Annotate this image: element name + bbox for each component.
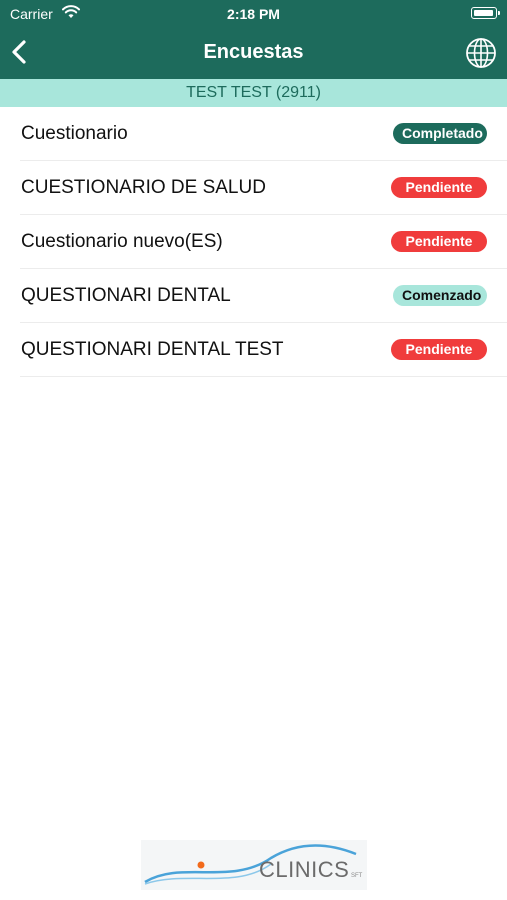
status-badge: Pendiente [391,177,487,198]
status-badge: Comenzado [393,285,487,306]
survey-list: Cuestionario Completado CUESTIONARIO DE … [0,107,507,377]
survey-title: Cuestionario [21,123,128,144]
survey-title: Cuestionario nuevo(ES) [21,231,223,252]
header-bar: Carrier 2:18 PM Encuestas [0,0,507,79]
survey-row[interactable]: QUESTIONARI DENTAL Comenzado [20,269,507,323]
survey-title: CUESTIONARIO DE SALUD [21,177,266,198]
status-badge: Pendiente [391,339,487,360]
logo-subtext: SFT [351,873,363,879]
status-time: 2:18 PM [227,6,280,22]
survey-title: QUESTIONARI DENTAL [21,285,231,306]
navigation-bar: Encuestas [0,28,507,79]
clinics-logo: CLINICS SFT [141,840,367,890]
survey-title: QUESTIONARI DENTAL TEST [21,339,284,360]
screen: Carrier 2:18 PM Encuestas TEST TEST (291… [0,0,507,900]
status-badge: Completado [393,123,487,144]
survey-row[interactable]: CUESTIONARIO DE SALUD Pendiente [20,161,507,215]
survey-row[interactable]: Cuestionario nuevo(ES) Pendiente [20,215,507,269]
logo-text: CLINICS [259,857,350,882]
survey-row[interactable]: QUESTIONARI DENTAL TEST Pendiente [20,323,507,377]
battery-icon [471,7,500,19]
status-bar: Carrier 2:18 PM [0,0,507,28]
patient-name-bar: TEST TEST (2911) [0,79,507,107]
status-badge: Pendiente [391,231,487,252]
globe-icon[interactable] [465,37,497,69]
survey-row[interactable]: Cuestionario Completado [20,107,507,161]
page-title: Encuestas [203,41,304,63]
